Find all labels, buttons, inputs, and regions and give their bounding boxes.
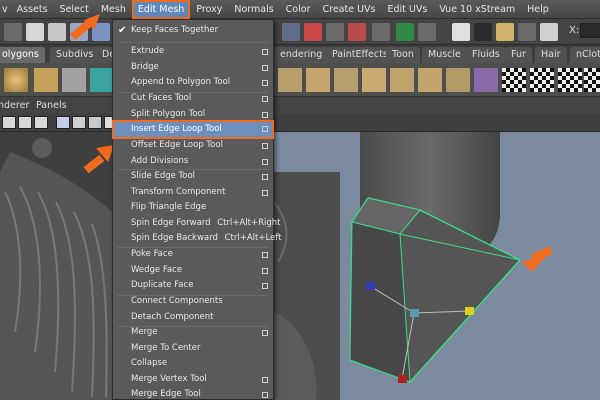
- menu-item-collapse[interactable]: Collapse: [113, 356, 273, 372]
- menu-item-insert-edge-loop[interactable]: Insert Edge Loop Tool: [112, 120, 274, 139]
- menu-item-split-polygon[interactable]: Split Polygon Tool: [113, 107, 273, 123]
- menu-item-cut-faces[interactable]: Cut Faces Tool: [113, 91, 273, 107]
- option-box-icon[interactable]: [262, 158, 268, 165]
- menu-item-duplicate-face[interactable]: Duplicate Face: [113, 278, 273, 294]
- option-box-icon[interactable]: [262, 49, 268, 55]
- menu-item-label: Offset Edge Loop Tool: [131, 140, 223, 150]
- menu-item-label: Wedge Face: [131, 264, 183, 275]
- menu-item-label: Spin Edge Backward: [131, 233, 218, 243]
- option-box-icon[interactable]: [262, 376, 268, 383]
- menu-item-merge[interactable]: Merge: [113, 325, 273, 341]
- option-box-icon[interactable]: [262, 143, 268, 149]
- menu-item-label: Cut Faces Tool: [131, 93, 192, 103]
- menu-item-label: Insert Edge Loop Tool: [131, 124, 222, 134]
- menu-item-spin-edge-backward[interactable]: Spin Edge Backward Ctrl+Alt+Left: [113, 231, 281, 247]
- menu-item-keep-faces-together[interactable]: ✔ Keep Faces Together: [113, 23, 273, 39]
- menu-item-wedge-face[interactable]: Wedge Face: [113, 263, 273, 279]
- menu-item-poke-face[interactable]: Poke Face: [113, 247, 273, 263]
- menu-item-detach-component[interactable]: Detach Component: [113, 310, 273, 326]
- menu-item-label: Merge To Center: [131, 342, 201, 353]
- option-box-icon[interactable]: [262, 126, 268, 132]
- menu-item-label: Transform Component: [131, 186, 226, 197]
- option-box-icon[interactable]: [262, 283, 268, 289]
- annotation-arrow-tool: [83, 145, 114, 174]
- menu-item-label: Bridge: [131, 61, 159, 72]
- shortcut-label: Ctrl+Alt+Right: [217, 217, 281, 228]
- menu-item-flip-triangle-edge[interactable]: Flip Triangle Edge: [113, 200, 273, 216]
- option-box-icon[interactable]: [262, 330, 268, 336]
- menu-item-label: Extrude: [131, 46, 165, 56]
- option-box-icon[interactable]: [262, 64, 268, 71]
- menu-item-slide-edge[interactable]: Slide Edge Tool: [113, 169, 273, 185]
- menu-item-label: Keep Faces Together: [131, 25, 219, 35]
- option-box-icon[interactable]: [262, 174, 268, 180]
- menu-item-merge-vertex-tool[interactable]: Merge Vertex Tool: [113, 372, 273, 388]
- menu-item-label: Detach Component: [131, 311, 214, 322]
- menu-item-extrude[interactable]: Extrude: [113, 44, 273, 60]
- option-box-icon[interactable]: [262, 252, 268, 258]
- menu-item-transform-component[interactable]: Transform Component: [113, 185, 273, 201]
- option-box-icon[interactable]: [262, 392, 268, 398]
- menu-item-label: Flip Triangle Edge: [131, 202, 207, 212]
- menu-item-label: Collapse: [131, 358, 168, 368]
- option-box-icon[interactable]: [262, 96, 268, 102]
- menu-item-append-polygon[interactable]: Append to Polygon Tool: [113, 75, 273, 91]
- menu-item-label: Spin Edge Forward: [131, 217, 211, 228]
- menu-item-bridge[interactable]: Bridge: [113, 60, 273, 76]
- menu-item-label: Merge Vertex Tool: [131, 373, 207, 384]
- annotation-overlay: [70, 14, 114, 174]
- edit-mesh-dropdown: ✔ Keep Faces Together Extrude Bridge App…: [112, 19, 281, 400]
- menu-item-label: Add Divisions: [131, 155, 189, 166]
- option-box-icon[interactable]: [262, 267, 268, 274]
- menu-item-label: Split Polygon Tool: [131, 108, 206, 119]
- menu-item-label: Merge: [131, 327, 158, 337]
- option-box-icon[interactable]: [262, 80, 268, 86]
- option-box-icon[interactable]: [262, 189, 268, 196]
- menu-item-label: Connect Components: [131, 296, 223, 306]
- checkmark-icon: ✔: [118, 25, 127, 36]
- option-box-icon[interactable]: [262, 111, 268, 118]
- shortcut-label: Ctrl+Alt+Left: [224, 233, 282, 243]
- menu-item-merge-to-center[interactable]: Merge To Center: [113, 341, 273, 357]
- menu-separator: [117, 42, 269, 43]
- menu-item-label: Poke Face: [131, 249, 173, 259]
- menu-item-label: Slide Edge Tool: [131, 171, 196, 181]
- menu-item-label: Duplicate Face: [131, 280, 194, 290]
- menu-item-spin-edge-forward[interactable]: Spin Edge Forward Ctrl+Alt+Right: [113, 216, 281, 232]
- menu-item-label: Append to Polygon Tool: [131, 77, 231, 87]
- menu-item-label: Merge Edge Tool: [131, 389, 201, 399]
- menu-item-add-divisions[interactable]: Add Divisions: [113, 154, 273, 170]
- menu-item-connect-components[interactable]: Connect Components: [113, 294, 273, 310]
- menu-item-merge-edge-tool[interactable]: Merge Edge Tool: [113, 387, 273, 400]
- menu-item-offset-edge-loop[interactable]: Offset Edge Loop Tool: [113, 138, 273, 154]
- annotation-arrow-menu: [70, 14, 100, 41]
